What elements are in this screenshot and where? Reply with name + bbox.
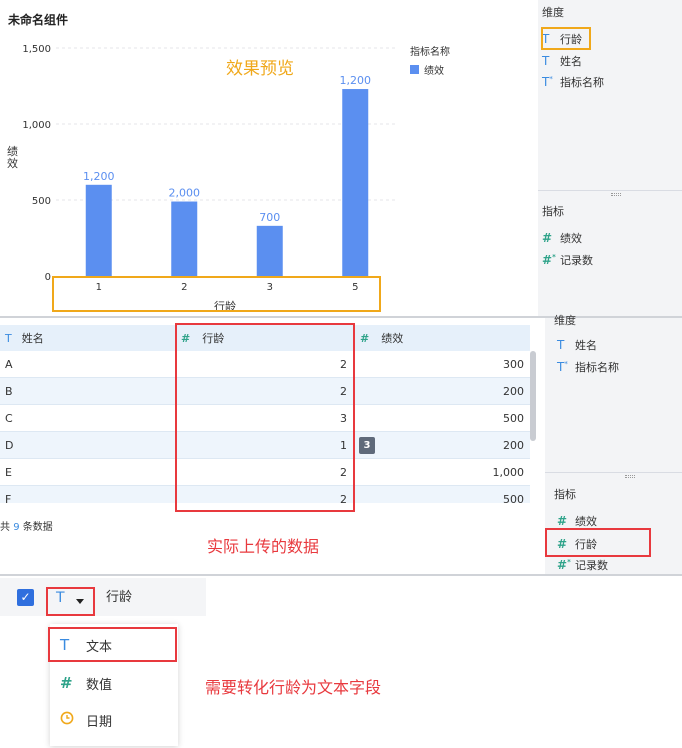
metric-item-perf[interactable]: # 绩效 xyxy=(542,228,582,248)
bar xyxy=(256,225,283,276)
bar xyxy=(342,89,369,276)
cell-name: A xyxy=(5,358,13,371)
type-option-label: 数值 xyxy=(86,677,113,693)
number-type-icon: # xyxy=(542,231,553,245)
cell-perf: 200 xyxy=(503,385,524,398)
tooltip-badge: 3 xyxy=(359,437,375,454)
data-label: 700 xyxy=(259,211,280,224)
metric-label: 记录数 xyxy=(575,559,608,572)
cell-perf: 300 xyxy=(503,358,524,371)
number-calc-icon: #* xyxy=(542,253,556,267)
dimension-item-metric-name[interactable]: T* 指标名称 xyxy=(557,357,619,377)
cell-name: C xyxy=(5,412,13,425)
cell-name: D xyxy=(5,439,14,452)
column-header-perf[interactable]: # 绩效 xyxy=(354,325,530,351)
field-name: 行龄 xyxy=(106,590,133,605)
number-type-icon: # xyxy=(60,674,73,692)
text-calc-icon: T* xyxy=(542,75,553,89)
x-axis-highlight-box xyxy=(52,276,381,312)
record-count-suffix: 条数据 xyxy=(22,522,53,533)
upload-annotation: 实际上传的数据 xyxy=(207,537,320,556)
table-scrollbar[interactable] xyxy=(530,351,536,441)
metric-item-count[interactable]: #* 记录数 xyxy=(557,557,608,573)
age-dimension-highlight xyxy=(541,27,591,50)
field-panel-before: 维度 T 行龄 T 姓名 T* 指标名称 指标 # 绩效 #* 记录数 xyxy=(538,0,682,316)
text-option-highlight xyxy=(48,627,177,662)
metric-section-title: 指标 xyxy=(554,488,576,501)
field-checkbox[interactable]: ✓ xyxy=(17,589,34,606)
clock-icon xyxy=(60,711,86,729)
dimension-label: 指标名称 xyxy=(560,76,604,89)
cell-name: B xyxy=(5,385,13,398)
dimension-label: 姓名 xyxy=(560,55,582,68)
section-divider xyxy=(0,574,682,576)
preview-annotation: 效果预览 xyxy=(226,59,294,79)
number-type-icon: # xyxy=(360,331,370,345)
drag-handle-icon[interactable] xyxy=(625,475,635,478)
legend-item[interactable]: 绩效 xyxy=(410,62,444,77)
text-type-icon: T xyxy=(557,338,565,352)
cell-perf: 500 xyxy=(503,493,524,503)
chart-preview-panel: 未命名组件 1,500 1,000 500 0 1,200 1 2,000 2 700 3 1,20… xyxy=(0,0,470,316)
data-label: 1,200 xyxy=(340,74,372,87)
age-column-highlight xyxy=(175,323,355,512)
convert-annotation: 需要转化行龄为文本字段 xyxy=(205,678,382,697)
text-type-icon: T xyxy=(542,54,550,68)
type-option-label: 日期 xyxy=(86,714,113,730)
y-tick-label: 1,000 xyxy=(22,120,51,131)
column-header-name[interactable]: T 姓名 xyxy=(0,325,176,351)
bar xyxy=(171,201,198,276)
y-axis-label: 绩效 xyxy=(7,145,18,170)
record-count-prefix: 共 xyxy=(0,522,10,533)
data-label: 2,000 xyxy=(169,187,201,200)
bar xyxy=(85,184,112,276)
bar-chart: 1,5001,00050001,20012,000270031,2005 xyxy=(22,44,398,293)
type-option-number[interactable]: # 数值 xyxy=(50,665,178,701)
y-tick-label: 0 xyxy=(45,272,51,283)
legend-label: 绩效 xyxy=(424,66,444,77)
legend-swatch xyxy=(410,65,419,74)
number-calc-icon: #* xyxy=(557,558,571,572)
dimension-item-metric-name[interactable]: T* 指标名称 xyxy=(542,72,604,92)
data-label: 1,200 xyxy=(83,170,115,183)
record-count-number: 9 xyxy=(13,522,20,533)
cell-perf: 500 xyxy=(503,412,524,425)
type-option-date[interactable]: 日期 xyxy=(50,702,178,738)
metric-label: 绩效 xyxy=(560,232,582,245)
panel-divider[interactable] xyxy=(545,472,682,473)
type-selector-highlight xyxy=(46,587,95,616)
dimension-item-name[interactable]: T 姓名 xyxy=(542,51,582,71)
dimension-section-title: 维度 xyxy=(554,314,576,327)
legend-title: 指标名称 xyxy=(410,47,450,58)
column-header-label: 绩效 xyxy=(381,332,404,345)
metric-label: 绩效 xyxy=(575,515,597,528)
dimension-label: 姓名 xyxy=(575,339,597,352)
cell-name: F xyxy=(5,493,12,503)
cell-perf: 1,000 xyxy=(492,466,525,479)
metric-section-title: 指标 xyxy=(542,205,564,218)
field-type-row: ✓ T 行龄 xyxy=(0,578,206,616)
y-tick-label: 1,500 xyxy=(22,44,51,55)
age-metric-highlight xyxy=(545,528,651,557)
number-type-icon: # xyxy=(557,514,568,528)
record-count: 共 9 条数据 xyxy=(0,518,53,533)
panel-divider[interactable] xyxy=(538,190,682,191)
column-header-label: 姓名 xyxy=(21,332,44,345)
y-tick-label: 500 xyxy=(32,196,51,207)
dimension-label: 指标名称 xyxy=(575,361,619,374)
metric-label: 记录数 xyxy=(560,254,593,267)
drag-handle-icon[interactable] xyxy=(611,193,621,196)
text-calc-icon: T* xyxy=(557,360,568,374)
metric-item-count[interactable]: #* 记录数 xyxy=(542,250,593,270)
dimension-section-title: 维度 xyxy=(542,6,564,19)
dimension-item-name[interactable]: T 姓名 xyxy=(557,335,597,355)
cell-name: E xyxy=(5,466,12,479)
text-type-icon: T xyxy=(5,331,12,345)
cell-perf: 200 xyxy=(503,439,524,452)
